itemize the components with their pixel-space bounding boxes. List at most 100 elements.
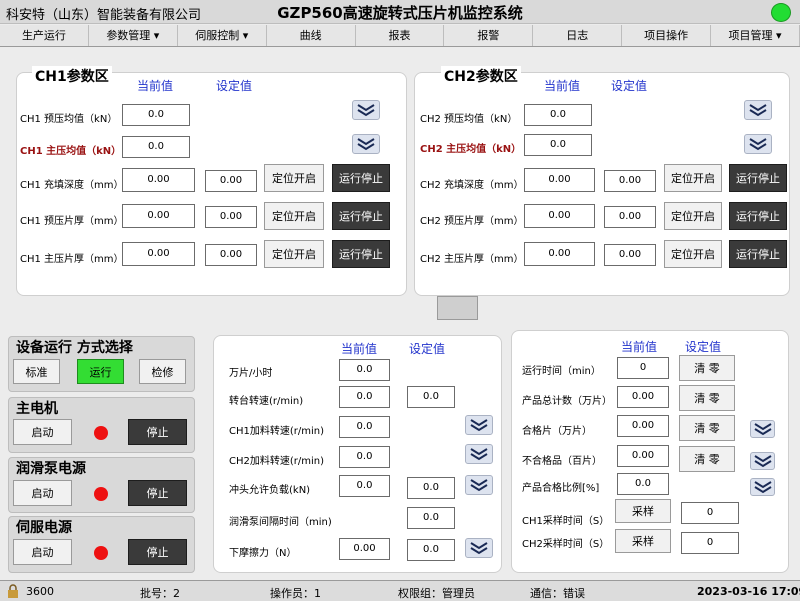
- ch2-pre-avg-expand[interactable]: [744, 100, 772, 120]
- center-gray-button[interactable]: [437, 296, 478, 320]
- right-run-time-current: 0: [617, 357, 669, 379]
- ch2-main-avg-expand[interactable]: [744, 134, 772, 154]
- ch1-fill-depth-position-button[interactable]: 定位开启: [264, 164, 324, 192]
- menu-log[interactable]: 日志: [533, 25, 623, 46]
- title-bar: 科安特（山东）智能装备有限公司 GZP560高速旋转式压片机监控系统: [0, 0, 800, 24]
- chevron-double-down-icon: [470, 542, 488, 555]
- main-motor-start-button[interactable]: 启动: [13, 419, 72, 445]
- mid-output-current: 0.0: [339, 359, 390, 381]
- menu-servo[interactable]: 伺服控制 ▾: [178, 25, 267, 46]
- mid-punch-load-set[interactable]: 0.0: [407, 477, 455, 499]
- servo-power-stop-button[interactable]: 停止: [128, 539, 187, 565]
- right-ch1-sample-time-label: CH1采样时间（S）: [522, 516, 610, 527]
- mid-punch-load-current: 0.0: [339, 475, 390, 497]
- main-menu: 生产运行 参数管理 ▾ 伺服控制 ▾ 曲线 报表 报警 日志 项目操作 项目管理…: [0, 25, 800, 47]
- ch1-main-thickness-current: 0.00: [122, 242, 195, 266]
- status-communication: 通信：错误: [530, 587, 585, 600]
- right-good-count-expand[interactable]: [750, 420, 775, 438]
- ch2-pre-avg-label: CH2 预压均值（kN）: [420, 114, 518, 125]
- lube-pump-start-button[interactable]: 启动: [13, 480, 72, 506]
- page-title: GZP560高速旋转式压片机监控系统: [277, 4, 523, 22]
- right-run-time-reset-button[interactable]: 清 零: [679, 355, 735, 381]
- ch2-pre-thickness-position-button[interactable]: 定位开启: [664, 202, 722, 230]
- ch1-col-current: 当前值: [137, 79, 174, 93]
- ch2-main-thickness-label: CH2 主压片厚（mm）: [420, 254, 524, 265]
- chevron-double-down-icon: [470, 419, 488, 432]
- menu-curve[interactable]: 曲线: [267, 25, 356, 46]
- mid-turret-speed-current: 0.0: [339, 386, 390, 408]
- ch1-pre-thickness-set[interactable]: 0.00: [205, 206, 257, 228]
- ch2-pre-thickness-run-stop-button[interactable]: 运行停止: [729, 202, 787, 230]
- ch1-fill-depth-run-stop-button[interactable]: 运行停止: [332, 164, 390, 192]
- ch2-fill-depth-set[interactable]: 0.00: [604, 170, 656, 192]
- mid-ch2-feed-speed-expand[interactable]: [465, 444, 493, 464]
- ch1-main-avg-label: CH1 主压均值（kN）: [20, 146, 122, 157]
- right-reject-count-expand[interactable]: [750, 452, 775, 470]
- ch2-panel-title: CH2参数区: [441, 66, 521, 86]
- ch1-main-avg-expand[interactable]: [352, 134, 380, 154]
- mid-punch-load-label: 冲头允许负载(kN): [229, 485, 311, 496]
- mid-punch-load-expand[interactable]: [465, 475, 493, 495]
- mid-turret-speed-label: 转台转速(r/min): [229, 396, 304, 407]
- ch1-pre-avg-expand[interactable]: [352, 100, 380, 120]
- menu-report[interactable]: 报表: [356, 25, 445, 46]
- status-bar: 3600 批号：2 操作员：1 权限组：管理员 通信：错误 2023-03-16…: [0, 580, 800, 601]
- mid-lube-interval-set[interactable]: 0.0: [407, 507, 455, 529]
- right-ch1-sample-button[interactable]: 采样: [615, 499, 671, 523]
- right-pass-rate-current: 0.0: [617, 473, 669, 495]
- menu-project-ops[interactable]: 项目操作: [622, 25, 712, 46]
- status-code: 3600: [26, 585, 54, 598]
- menu-alarm[interactable]: 报警: [444, 25, 534, 46]
- ch1-pre-avg-label: CH1 预压均值（kN）: [20, 114, 118, 125]
- ch1-fill-depth-set[interactable]: 0.00: [205, 170, 257, 192]
- mid-ch2-feed-speed-current: 0.0: [339, 446, 390, 468]
- right-pass-rate-label: 产品合格比例[%]: [522, 483, 600, 494]
- right-ch2-sample-time-set[interactable]: 0: [681, 532, 739, 554]
- ch2-pre-thickness-current: 0.00: [524, 204, 595, 228]
- ch2-main-thickness-run-stop-button[interactable]: 运行停止: [729, 240, 787, 268]
- mode-repair-button[interactable]: 检修: [139, 359, 186, 384]
- right-reject-count-reset-button[interactable]: 清 零: [679, 446, 735, 472]
- right-ch1-sample-time-set[interactable]: 0: [681, 502, 739, 524]
- chevron-double-down-icon: [749, 138, 767, 151]
- ch1-col-set: 设定值: [216, 79, 253, 93]
- ch2-main-thickness-set[interactable]: 0.00: [604, 244, 656, 266]
- mid-friction-set[interactable]: 0.0: [407, 539, 455, 561]
- chevron-double-down-icon: [470, 479, 488, 492]
- lube-pump-stop-button[interactable]: 停止: [128, 480, 187, 506]
- chevron-double-down-icon: [753, 481, 772, 494]
- status-operator: 操作员：1: [270, 587, 321, 600]
- ch1-main-thickness-run-stop-button[interactable]: 运行停止: [332, 240, 390, 268]
- right-total-count-current: 0.00: [617, 386, 669, 408]
- right-ch2-sample-button[interactable]: 采样: [615, 529, 671, 553]
- ch1-main-thickness-position-button[interactable]: 定位开启: [264, 240, 324, 268]
- ch1-fill-depth-label: CH1 充填深度（mm）: [20, 180, 124, 191]
- right-total-count-reset-button[interactable]: 清 零: [679, 385, 735, 411]
- ch1-pre-thickness-position-button[interactable]: 定位开启: [264, 202, 324, 230]
- mid-friction-expand[interactable]: [465, 538, 493, 558]
- mid-col-set: 设定值: [409, 342, 446, 356]
- chevron-double-down-icon: [470, 448, 488, 461]
- menu-project-mgmt[interactable]: 项目管理 ▾: [711, 25, 800, 46]
- mode-standard-button[interactable]: 标准: [13, 359, 60, 384]
- ch1-main-thickness-set[interactable]: 0.00: [205, 244, 257, 266]
- ch1-pre-thickness-run-stop-button[interactable]: 运行停止: [332, 202, 390, 230]
- mid-friction-label: 下摩擦力（N）: [229, 548, 297, 559]
- ch2-pre-thickness-set[interactable]: 0.00: [604, 206, 656, 228]
- ch2-fill-depth-label: CH2 充填深度（mm）: [420, 180, 524, 191]
- mode-run-button[interactable]: 运行: [77, 359, 124, 384]
- right-pass-rate-expand[interactable]: [750, 478, 775, 496]
- menu-production[interactable]: 生产运行: [0, 25, 89, 46]
- main-motor-status-indicator: [94, 426, 108, 440]
- mid-turret-speed-set[interactable]: 0.0: [407, 386, 455, 408]
- ch2-fill-depth-run-stop-button[interactable]: 运行停止: [729, 164, 787, 192]
- servo-power-start-button[interactable]: 启动: [13, 539, 72, 565]
- right-col-set: 设定值: [685, 340, 722, 354]
- menu-parameters[interactable]: 参数管理 ▾: [89, 25, 178, 46]
- ch2-fill-depth-position-button[interactable]: 定位开启: [664, 164, 722, 192]
- mode-select-title: 设备运行 方式选择: [16, 340, 133, 356]
- main-motor-stop-button[interactable]: 停止: [128, 419, 187, 445]
- mid-ch1-feed-speed-expand[interactable]: [465, 415, 493, 435]
- right-good-count-reset-button[interactable]: 清 零: [679, 415, 735, 441]
- ch2-main-thickness-position-button[interactable]: 定位开启: [664, 240, 722, 268]
